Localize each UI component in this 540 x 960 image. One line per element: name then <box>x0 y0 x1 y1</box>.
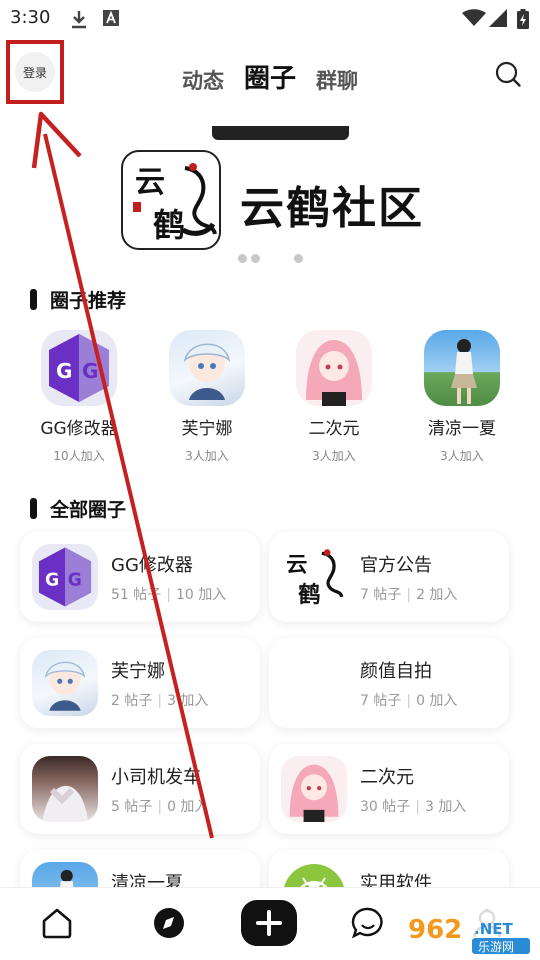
gg-app-icon: GG <box>41 330 117 406</box>
status-bar: 3:30 <box>0 0 540 36</box>
svg-text:乐游网: 乐游网 <box>478 940 514 954</box>
add-post-button[interactable] <box>241 900 297 946</box>
svg-text:962: 962 <box>408 915 462 945</box>
circle-stats: 7 帖子 | 2 加入 <box>360 587 458 603</box>
crane-logo-icon: 云 鹤 <box>133 163 217 244</box>
svg-text:G: G <box>68 571 82 591</box>
compass-icon[interactable] <box>152 906 186 940</box>
home-icon[interactable] <box>40 906 74 940</box>
top-bar: 登录 动态 圈子 群聊 <box>0 40 540 110</box>
circle-name: GG修改器 <box>111 555 193 576</box>
rec-circle-joins: 3人加入 <box>440 449 484 463</box>
furina-avatar <box>169 330 245 406</box>
rec-circle-summer[interactable]: 清凉一夏 3人加入 <box>402 330 522 464</box>
gg-app-icon: GG <box>32 544 98 610</box>
section-all-title: 全部圈子 <box>30 495 126 522</box>
selfie-avatar <box>281 650 347 716</box>
section-recommended-title: 圈子推荐 <box>30 286 126 313</box>
banner-top-strip <box>212 126 349 140</box>
circle-card-anime[interactable]: 二次元 30 帖子 | 3 加入 <box>269 744 509 834</box>
search-icon[interactable] <box>494 60 522 88</box>
circle-card-furina[interactable]: 芙宁娜 2 帖子 | 3 加入 <box>20 638 260 728</box>
rec-circle-name: 清凉一夏 <box>428 419 496 439</box>
svg-text:.NET: .NET <box>474 920 513 938</box>
circle-name: 官方公告 <box>360 555 432 576</box>
app-screen: 3:30 登录 动态 圈子 群聊 云 鹤 云鹤社区 圈子推荐 G G GG修改器… <box>0 0 540 960</box>
signal-icon <box>489 9 507 27</box>
circle-stats: 5 帖子 | 0 加入 <box>111 799 209 815</box>
anime-avatar <box>281 756 347 822</box>
svg-text:鹤: 鹤 <box>153 206 185 244</box>
tab-circles[interactable]: 圈子 <box>244 58 296 95</box>
battery-charging-icon <box>517 9 529 29</box>
circle-card-selfie[interactable]: 颜值自拍 7 帖子 | 0 加入 <box>269 638 509 728</box>
text-a-icon <box>103 10 119 26</box>
rec-circle-joins: 3人加入 <box>185 449 229 463</box>
tab-group-chat[interactable]: 群聊 <box>316 65 358 95</box>
summer-avatar <box>424 330 500 406</box>
driver-avatar <box>32 756 98 822</box>
circle-name: 二次元 <box>360 767 414 788</box>
circle-stats: 30 帖子 | 3 加入 <box>360 799 467 815</box>
brand-logo: 云 鹤 <box>121 150 221 250</box>
svg-text:G: G <box>56 359 72 383</box>
svg-text:鹤: 鹤 <box>298 581 320 608</box>
carousel-dot <box>250 254 260 263</box>
rec-circle-joins: 10人加入 <box>53 449 105 463</box>
svg-text:云: 云 <box>286 552 307 577</box>
rec-circle-joins: 3人加入 <box>312 449 356 463</box>
crane-logo-icon: 云鹤 <box>281 544 347 610</box>
carousel-dot <box>293 254 303 263</box>
tab-bar: 动态 圈子 群聊 <box>0 58 540 95</box>
circle-name: 小司机发车 <box>111 767 201 788</box>
svg-text:G: G <box>82 359 98 383</box>
circle-card-gg[interactable]: GG GG修改器 51 帖子 | 10 加入 <box>20 532 260 622</box>
banner-carousel[interactable]: 云 鹤 云鹤社区 <box>0 120 540 270</box>
circle-card-announcements[interactable]: 云鹤 官方公告 7 帖子 | 2 加入 <box>269 532 509 622</box>
carousel-dots <box>0 254 540 263</box>
svg-text:云: 云 <box>135 165 165 200</box>
rec-circle-gg[interactable]: GG GG修改器 10人加入 <box>19 330 139 464</box>
circle-stats: 7 帖子 | 0 加入 <box>360 693 458 709</box>
section-marker <box>30 289 37 310</box>
anime-avatar <box>296 330 372 406</box>
circle-name: 颜值自拍 <box>360 661 432 682</box>
rec-circle-name: GG修改器 <box>40 419 118 439</box>
circle-name: 芙宁娜 <box>111 661 165 682</box>
rec-circle-anime[interactable]: 二次元 3人加入 <box>274 330 394 464</box>
circle-stats: 2 帖子 | 3 加入 <box>111 693 209 709</box>
message-icon[interactable] <box>351 906 385 940</box>
download-icon <box>72 11 86 29</box>
section-marker <box>30 498 37 519</box>
tab-dynamic[interactable]: 动态 <box>182 65 224 95</box>
site-watermark: 962 .NET 乐游网 <box>404 910 534 954</box>
rec-circle-name: 二次元 <box>308 419 360 439</box>
circle-stats: 51 帖子 | 10 加入 <box>111 587 227 603</box>
add-icon <box>256 910 282 936</box>
svg-text:G: G <box>45 571 59 591</box>
wifi-icon <box>462 9 486 26</box>
rec-circle-furina[interactable]: 芙宁娜 3人加入 <box>147 330 267 464</box>
banner-title: 云鹤社区 <box>240 183 424 234</box>
furina-avatar <box>32 650 98 716</box>
rec-circle-name: 芙宁娜 <box>181 419 233 439</box>
carousel-dot <box>237 254 247 263</box>
circle-card-driver[interactable]: 小司机发车 5 帖子 | 0 加入 <box>20 744 260 834</box>
status-time: 3:30 <box>10 7 51 28</box>
